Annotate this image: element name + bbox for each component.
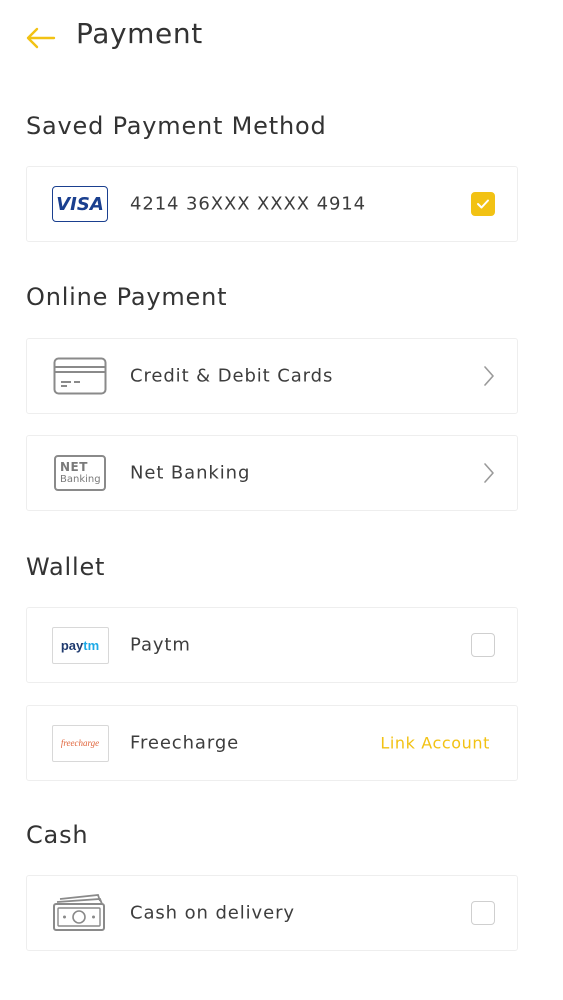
net-banking-icon-line1: NET: [60, 460, 88, 474]
credit-debit-cards-label: Credit & Debit Cards: [130, 365, 334, 387]
paytm-row[interactable]: pay tm Paytm: [26, 607, 518, 683]
net-banking-icon-line2: Banking: [60, 474, 101, 485]
cash-on-delivery-row[interactable]: Cash on delivery: [26, 875, 518, 951]
paytm-logo-part1: pay: [60, 637, 84, 653]
section-title-online: Online Payment: [26, 283, 228, 311]
net-banking-logo: NET Banking: [51, 454, 109, 492]
visa-logo: VISA: [51, 185, 109, 223]
cash-on-delivery-label: Cash on delivery: [130, 902, 295, 924]
credit-debit-cards-row[interactable]: Credit & Debit Cards: [26, 338, 518, 414]
freecharge-icon: freecharge: [51, 724, 109, 762]
link-account-button[interactable]: Link Account: [380, 734, 490, 753]
freecharge-row[interactable]: freecharge Freecharge Link Account: [26, 705, 518, 781]
paytm-checkbox[interactable]: [471, 633, 495, 657]
banknote-icon: [51, 894, 109, 932]
freecharge-logo: freecharge: [51, 724, 109, 762]
cash-on-delivery-checkbox[interactable]: [471, 901, 495, 925]
saved-card-number: 4214 36XXX XXXX 4914: [130, 193, 367, 215]
section-title-wallet: Wallet: [26, 553, 106, 581]
net-banking-label: Net Banking: [130, 462, 251, 484]
back-arrow-icon: [26, 27, 56, 49]
page-title: Payment: [76, 17, 203, 50]
chevron-right-icon: [484, 366, 494, 386]
back-button[interactable]: [22, 22, 58, 54]
saved-card-row[interactable]: VISA 4214 36XXX XXXX 4914: [26, 166, 518, 242]
section-title-saved: Saved Payment Method: [26, 112, 327, 140]
checkmark-icon: [477, 199, 489, 209]
app-header: Payment: [0, 0, 563, 76]
chevron-right-icon: [484, 463, 494, 483]
saved-card-checkbox[interactable]: [471, 192, 495, 216]
freecharge-label: Freecharge: [130, 732, 240, 754]
credit-card-icon: [51, 357, 109, 395]
paytm-label: Paytm: [130, 634, 191, 656]
net-banking-row[interactable]: NET Banking Net Banking: [26, 435, 518, 511]
paytm-icon: pay tm: [51, 626, 109, 664]
net-banking-icon: NET Banking: [54, 455, 106, 491]
visa-icon: VISA: [52, 186, 108, 222]
paytm-logo-part2: tm: [83, 637, 100, 653]
paytm-logo: pay tm: [51, 626, 109, 664]
section-title-cash: Cash: [26, 821, 89, 849]
